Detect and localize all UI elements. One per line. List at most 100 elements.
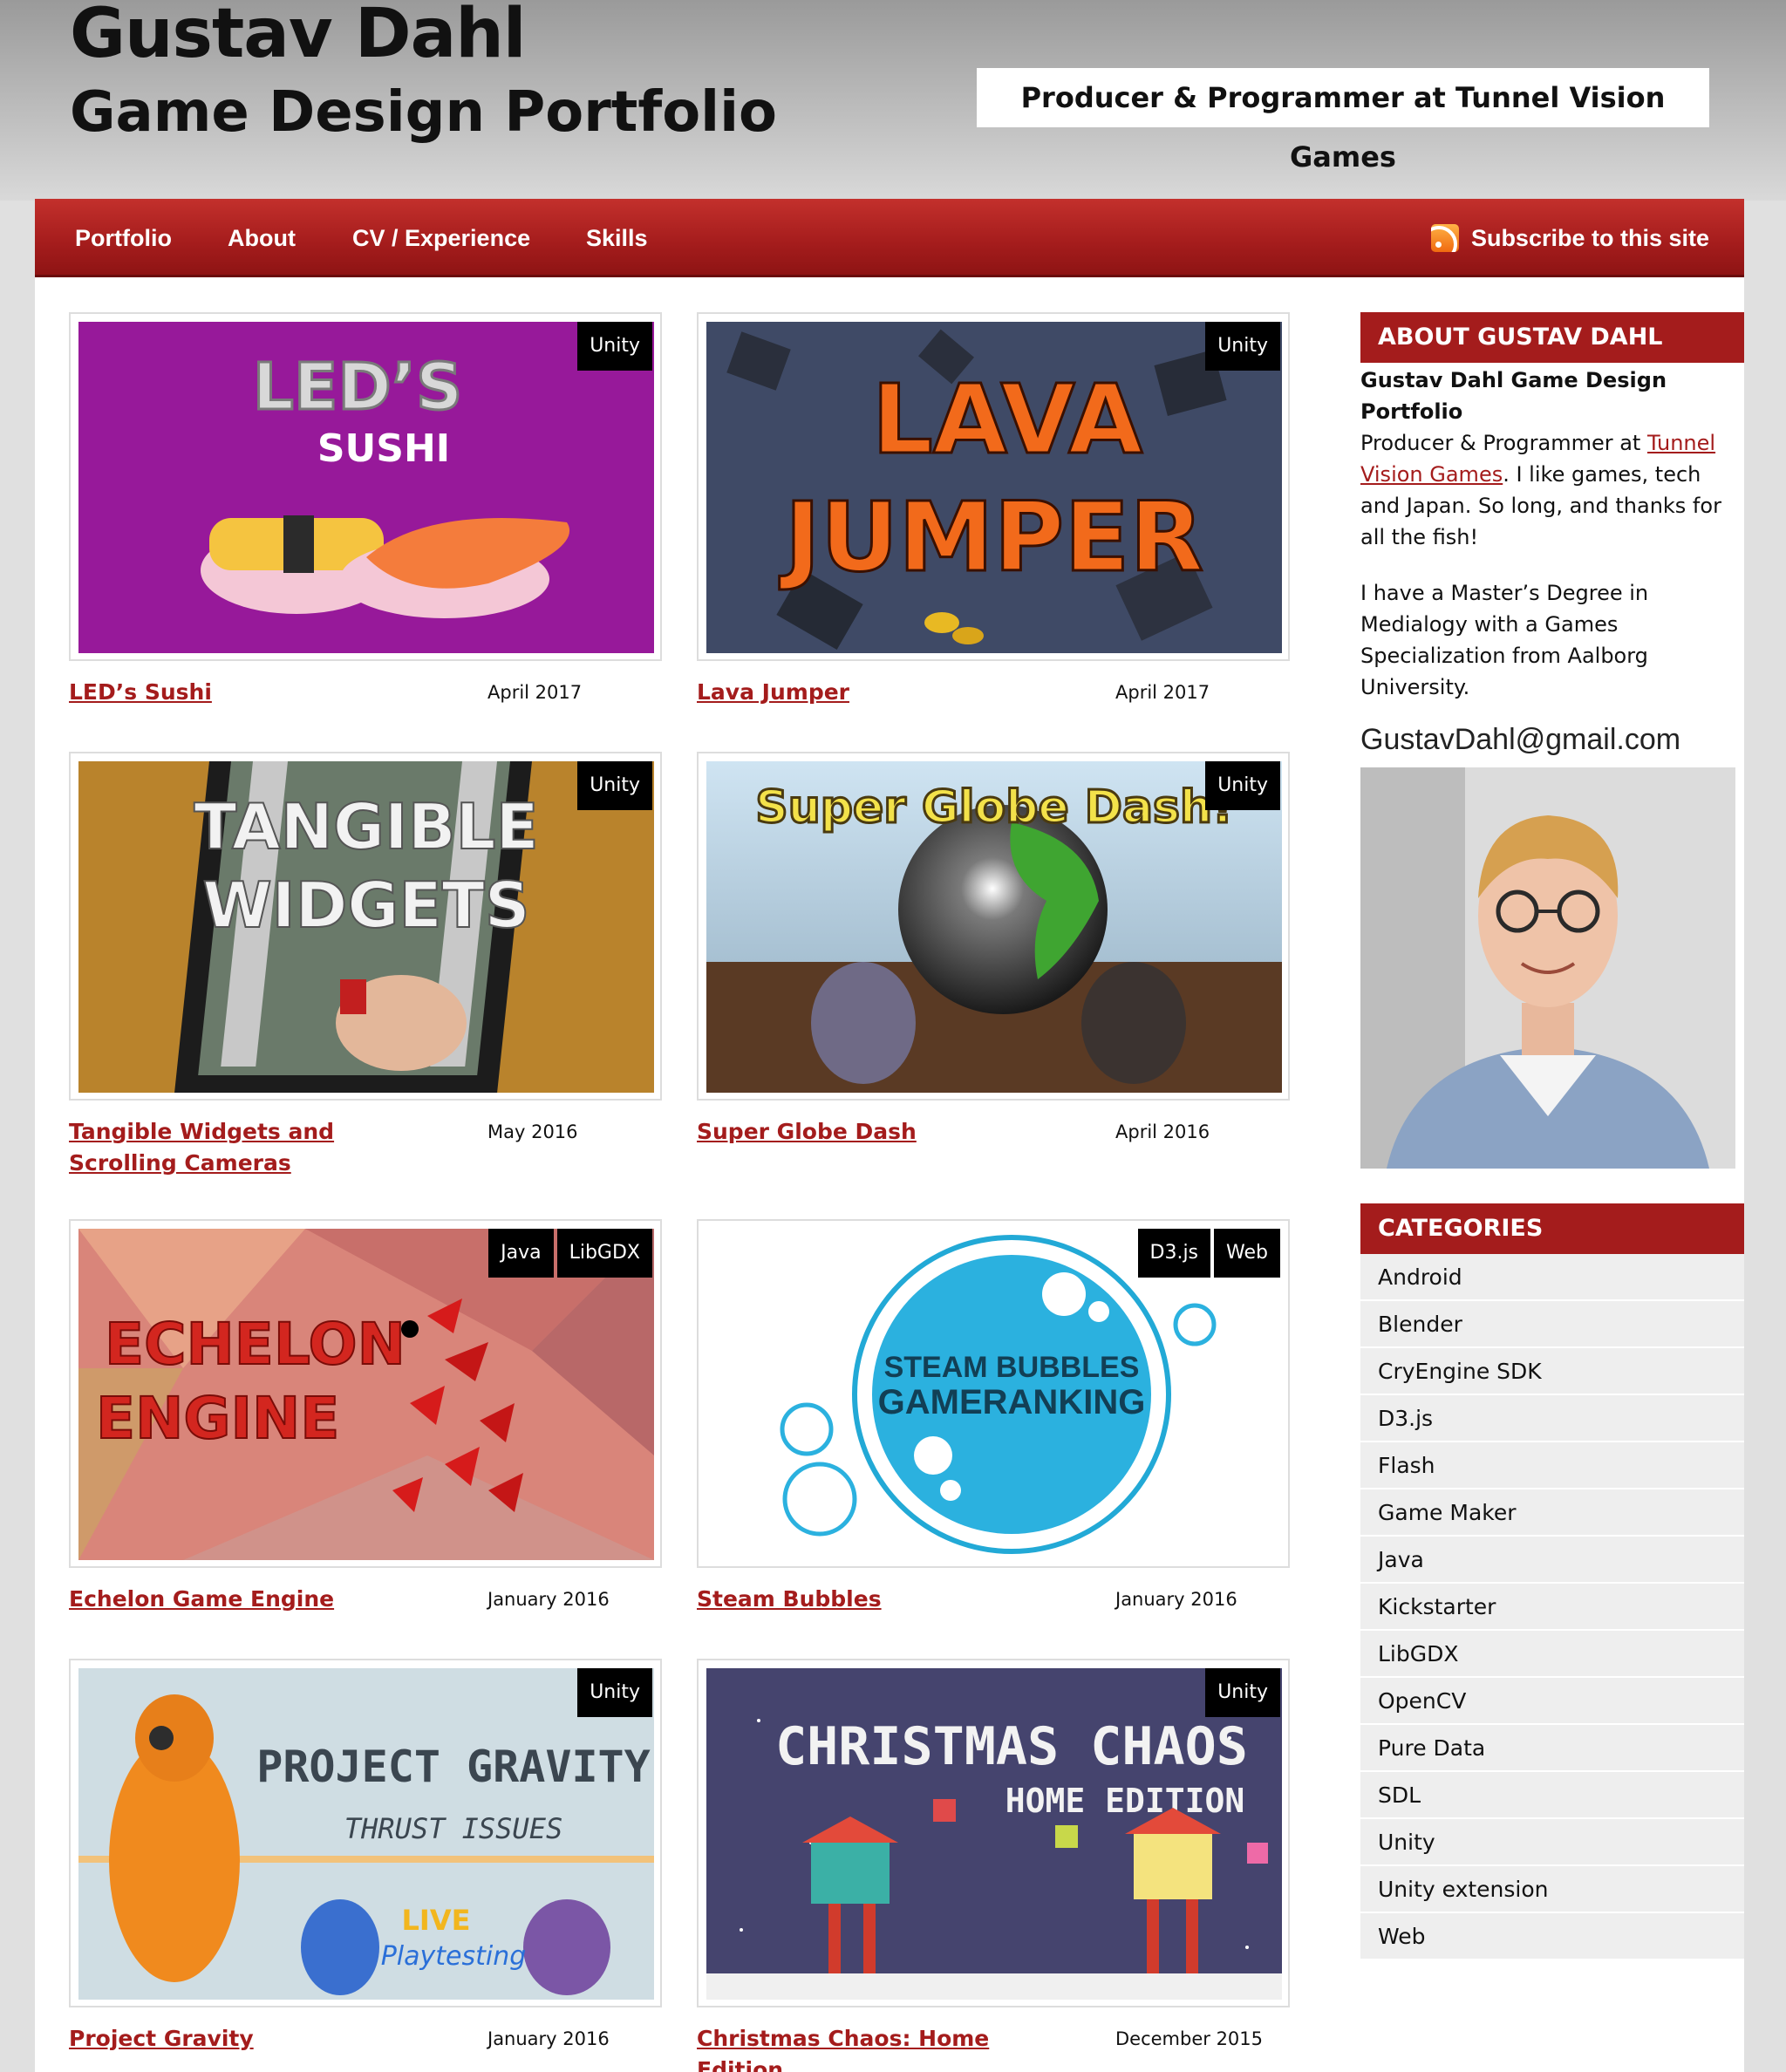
project-title-link[interactable]: Steam Bubbles <box>697 1584 1063 1615</box>
project-thumbnail-frame[interactable]: LED’S SUSHI Unity <box>69 312 662 661</box>
art-text: Playtesting <box>381 1941 527 1972</box>
project-title-link[interactable]: Project Gravity <box>69 2023 435 2055</box>
category-item[interactable]: CryEngine SDK <box>1360 1348 1744 1395</box>
main-nav: Portfolio About CV / Experience Skills S… <box>35 199 1744 277</box>
project-thumbnail[interactable]: PROJECT GRAVITY THRUST ISSUES LIVE Playt… <box>78 1668 654 2000</box>
project-date: January 2016 <box>487 1589 610 1610</box>
rss-icon <box>1430 224 1459 252</box>
about-text: Gustav Dahl Game Design Portfolio Produc… <box>1360 365 1744 703</box>
project-thumbnail[interactable]: STEAM BUBBLES GAMERANKING <box>706 1229 1282 1560</box>
art-text: PROJECT GRAVITY <box>256 1741 651 1792</box>
category-item[interactable]: Java <box>1360 1537 1744 1584</box>
category-item[interactable]: Unity extension <box>1360 1866 1744 1913</box>
about-p1-pre: Producer & Programmer at <box>1360 431 1647 455</box>
site-header: Gustav Dahl Game Design Portfolio Produc… <box>0 0 1786 201</box>
about-bold: Gustav Dahl Game Design Portfolio <box>1360 368 1667 424</box>
project-thumbnail[interactable]: LAVA JUMPER <box>706 322 1282 653</box>
tag-badge[interactable]: Unity <box>1205 1668 1280 1717</box>
nav-item-about[interactable]: About <box>228 199 296 277</box>
tag-badge[interactable]: Unity <box>577 1668 652 1717</box>
subscribe-label: Subscribe to this site <box>1470 224 1709 251</box>
art-text: WIDGETS <box>202 869 529 942</box>
art-text: STEAM BUBBLES <box>884 1351 1140 1384</box>
project-date: April 2016 <box>1115 1121 1210 1142</box>
project-title-link[interactable]: Tangible Widgets and Scrolling Cameras <box>69 1116 435 1179</box>
art-text: HOME EDITION <box>1005 1782 1245 1820</box>
tag-badge[interactable]: LibGDX <box>556 1229 652 1278</box>
nav-item-cv[interactable]: CV / Experience <box>352 199 530 277</box>
categories-heading: CATEGORIES <box>1360 1203 1744 1254</box>
project-date: April 2017 <box>1115 682 1210 703</box>
project-date: January 2016 <box>1115 1589 1237 1610</box>
tag-badge[interactable]: Java <box>488 1229 554 1278</box>
tag-badge[interactable]: Unity <box>577 322 652 371</box>
category-item[interactable]: D3.js <box>1360 1395 1744 1442</box>
art-text: Super Globe Dash! <box>755 781 1232 834</box>
category-item[interactable]: Web <box>1360 1913 1744 1960</box>
avatar <box>1360 767 1735 1169</box>
site-title[interactable]: Gustav Dahl <box>70 0 527 72</box>
art-text: GAMERANKING <box>878 1383 1146 1421</box>
art-text: LAVA <box>872 364 1143 475</box>
art-text: LED’S <box>253 350 463 425</box>
art-text: ENGINE <box>96 1385 339 1452</box>
art-text: JUMPER <box>779 481 1203 593</box>
art-text: LIVE <box>402 1904 471 1937</box>
project-thumbnail-frame[interactable]: TANGIBLE WIDGETS Unity <box>69 752 662 1101</box>
nav-item-skills[interactable]: Skills <box>586 199 648 277</box>
category-item[interactable]: LibGDX <box>1360 1631 1744 1678</box>
project-title-link[interactable]: Echelon Game Engine <box>69 1584 435 1615</box>
tag-badge[interactable]: Unity <box>1205 761 1280 810</box>
category-item[interactable]: Blender <box>1360 1301 1744 1348</box>
tag-list: Unity <box>1205 761 1280 810</box>
category-item[interactable]: Android <box>1360 1254 1744 1301</box>
project-thumbnail-frame[interactable]: CHRISTMAS CHAOS HOME EDITION Unity <box>697 1659 1290 2007</box>
category-item[interactable]: Unity <box>1360 1819 1744 1866</box>
tag-list: Unity <box>577 761 652 810</box>
main-content: LED’S SUSHI Unity LED’s Sushi April 2017 <box>35 277 1744 2072</box>
category-item[interactable]: SDL <box>1360 1772 1744 1819</box>
tag-list: D3.js Web <box>1137 1229 1280 1278</box>
about-heading: ABOUT GUSTAV DAHL <box>1360 312 1744 363</box>
tag-badge[interactable]: Web <box>1214 1229 1280 1278</box>
project-thumbnail[interactable]: ECHELON ENGINE <box>78 1229 654 1560</box>
project-thumbnail-frame[interactable]: PROJECT GRAVITY THRUST ISSUES LIVE Playt… <box>69 1659 662 2007</box>
art-text: SUSHI <box>317 426 450 471</box>
project-thumbnail[interactable]: TANGIBLE WIDGETS <box>78 761 654 1093</box>
category-item[interactable]: Kickstarter <box>1360 1584 1744 1631</box>
project-thumbnail-frame[interactable]: Super Globe Dash! Unity <box>697 752 1290 1101</box>
project-date: December 2015 <box>1115 2028 1264 2049</box>
tag-list: Unity <box>1205 322 1280 371</box>
project-thumbnail-frame[interactable]: ECHELON ENGINE Java LibGDX <box>69 1219 662 1568</box>
subscribe-link[interactable]: Subscribe to this site <box>1430 199 1709 277</box>
tag-badge[interactable]: D3.js <box>1137 1229 1211 1278</box>
category-item[interactable]: Pure Data <box>1360 1725 1744 1772</box>
project-title-link[interactable]: Lava Jumper <box>697 677 1063 708</box>
project-thumbnail[interactable]: CHRISTMAS CHAOS HOME EDITION <box>706 1668 1282 2000</box>
tag-list: Java LibGDX <box>488 1229 652 1278</box>
art-text: CHRISTMAS CHAOS <box>775 1716 1248 1777</box>
category-list: Android Blender CryEngine SDK D3.js Flas… <box>1360 1254 1744 1960</box>
email-address: GustavDahl@gmail.com <box>1360 723 1681 756</box>
tag-list: Unity <box>577 322 652 371</box>
project-thumbnail-frame[interactable]: LAVA JUMPER Unity <box>697 312 1290 661</box>
tag-badge[interactable]: Unity <box>1205 322 1280 371</box>
about-p2: I have a Master’s Degree in Medialogy wi… <box>1360 581 1649 699</box>
project-date: January 2016 <box>487 2028 610 2049</box>
project-thumbnail[interactable]: Super Globe Dash! <box>706 761 1282 1093</box>
project-title-link[interactable]: Super Globe Dash <box>697 1116 1063 1148</box>
project-title-link[interactable]: LED’s Sushi <box>69 677 435 708</box>
art-text: TANGIBLE <box>194 790 538 863</box>
project-title-link[interactable]: Christmas Chaos: Home Edition <box>697 2023 1063 2072</box>
nav-item-portfolio[interactable]: Portfolio <box>75 199 172 277</box>
category-item[interactable]: Game Maker <box>1360 1489 1744 1537</box>
category-item[interactable]: OpenCV <box>1360 1678 1744 1725</box>
site-subtitle[interactable]: Game Design Portfolio <box>70 75 777 150</box>
tag-badge[interactable]: Unity <box>577 761 652 810</box>
project-thumbnail-frame[interactable]: STEAM BUBBLES GAMERANKING D3.js Web <box>697 1219 1290 1568</box>
project-date: May 2016 <box>487 1121 578 1142</box>
tag-list: Unity <box>1205 1668 1280 1717</box>
art-text: THRUST ISSUES <box>344 1812 562 1845</box>
project-thumbnail[interactable]: LED’S SUSHI <box>78 322 654 653</box>
category-item[interactable]: Flash <box>1360 1442 1744 1489</box>
